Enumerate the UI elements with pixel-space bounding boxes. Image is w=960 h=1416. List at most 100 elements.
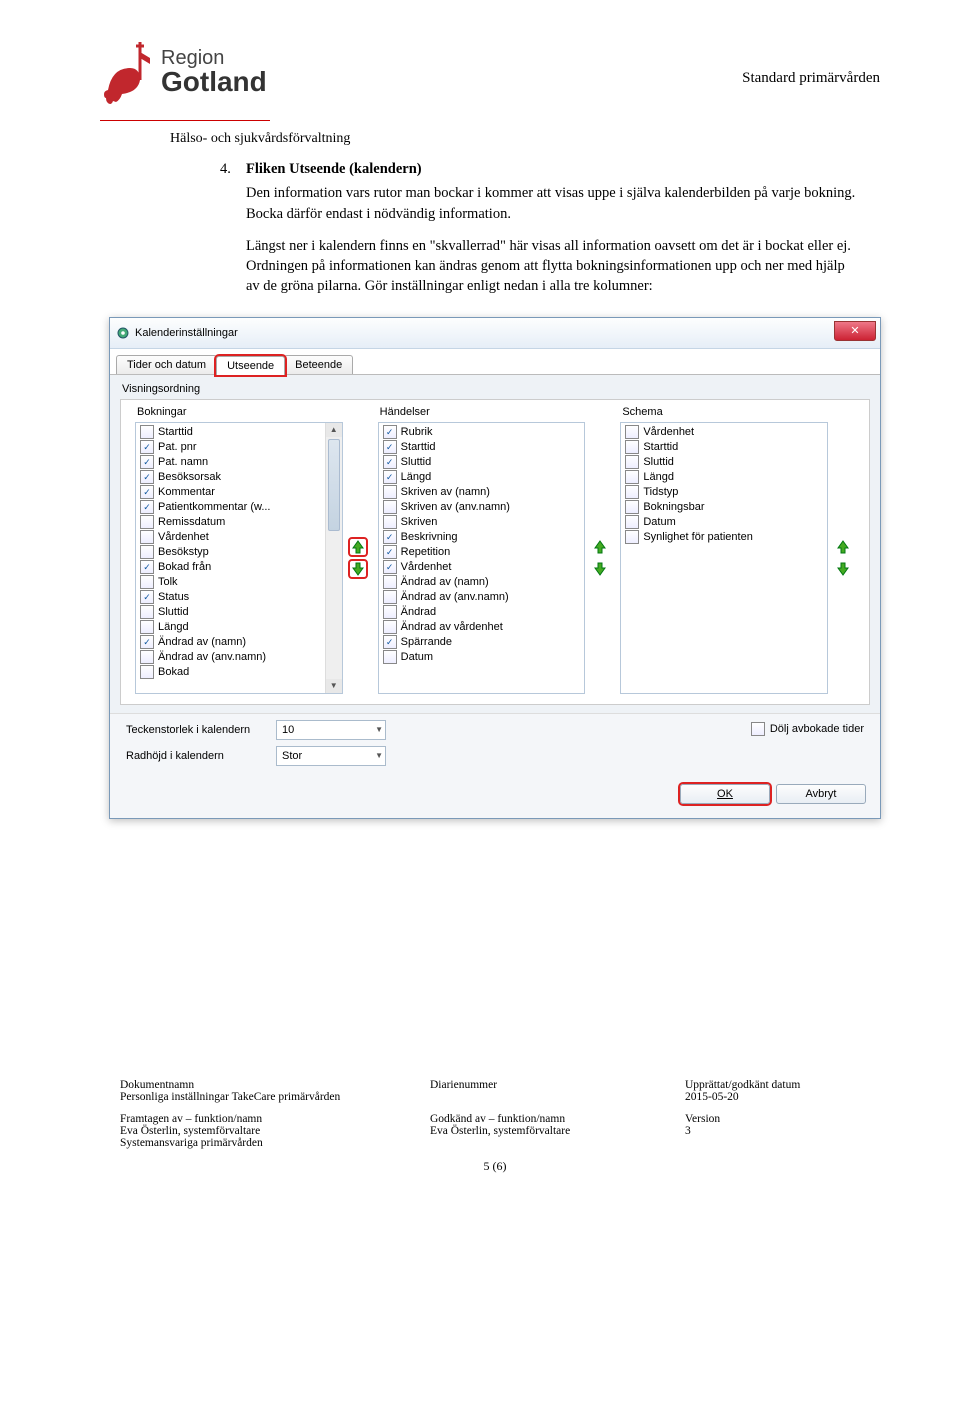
ok-button[interactable]: OK xyxy=(680,784,770,804)
list-item[interactable]: Tidstyp xyxy=(623,485,825,500)
list-item[interactable]: Vårdenhet xyxy=(623,425,825,440)
listbox-schema[interactable]: VårdenhetStarttidSluttidLängdTidstypBokn… xyxy=(620,422,828,694)
list-item[interactable]: Besökstyp xyxy=(138,545,323,560)
checkbox[interactable]: ✓ xyxy=(140,470,154,484)
list-item[interactable]: Skriven xyxy=(381,515,583,530)
checkbox[interactable]: ✓ xyxy=(140,635,154,649)
checkbox[interactable] xyxy=(383,515,397,529)
checkbox[interactable]: ✓ xyxy=(383,560,397,574)
checkbox[interactable]: ✓ xyxy=(140,560,154,574)
tab-tider-och-datum[interactable]: Tider och datum xyxy=(116,355,217,374)
checkbox[interactable]: ✓ xyxy=(140,500,154,514)
move-down-button[interactable] xyxy=(591,560,609,578)
list-item[interactable]: Skriven av (anv.namn) xyxy=(381,500,583,515)
checkbox[interactable]: ✓ xyxy=(383,470,397,484)
scroll-up-icon[interactable]: ▲ xyxy=(326,423,342,437)
checkbox[interactable]: ✓ xyxy=(140,485,154,499)
list-item[interactable]: ✓Spärrande xyxy=(381,635,583,650)
list-item[interactable]: Skriven av (namn) xyxy=(381,485,583,500)
checkbox[interactable] xyxy=(140,545,154,559)
checkbox[interactable]: ✓ xyxy=(383,545,397,559)
list-item[interactable]: Ändrad av (anv.namn) xyxy=(138,650,323,665)
list-item[interactable]: ✓Kommentar xyxy=(138,485,323,500)
checkbox[interactable] xyxy=(383,650,397,664)
move-up-button[interactable] xyxy=(834,538,852,556)
checkbox[interactable] xyxy=(140,605,154,619)
list-item[interactable]: Datum xyxy=(623,515,825,530)
checkbox[interactable] xyxy=(625,470,639,484)
checkbox[interactable] xyxy=(383,605,397,619)
list-item[interactable]: Ändrad av vårdenhet xyxy=(381,620,583,635)
checkbox[interactable] xyxy=(625,485,639,499)
checkbox[interactable] xyxy=(625,515,639,529)
list-item[interactable]: Starttid xyxy=(623,440,825,455)
move-down-button[interactable] xyxy=(834,560,852,578)
checkbox[interactable]: ✓ xyxy=(383,635,397,649)
list-item[interactable]: Ändrad xyxy=(381,605,583,620)
list-item[interactable]: Längd xyxy=(138,620,323,635)
checkbox[interactable] xyxy=(140,530,154,544)
scroll-thumb[interactable] xyxy=(328,439,340,531)
checkbox[interactable] xyxy=(383,590,397,604)
tab-beteende[interactable]: Beteende xyxy=(284,355,353,374)
scroll-down-icon[interactable]: ▼ xyxy=(326,679,342,693)
list-item[interactable]: Sluttid xyxy=(623,455,825,470)
cancel-button[interactable]: Avbryt xyxy=(776,784,866,804)
list-item[interactable]: Vårdenhet xyxy=(138,530,323,545)
list-item[interactable]: Datum xyxy=(381,650,583,665)
checkbox[interactable] xyxy=(383,620,397,634)
font-size-combo[interactable]: 10 ▼ xyxy=(276,720,386,740)
checkbox[interactable]: ✓ xyxy=(140,440,154,454)
move-up-button[interactable] xyxy=(349,538,367,556)
listbox-handelser[interactable]: ✓Rubrik✓Starttid✓Sluttid✓LängdSkriven av… xyxy=(378,422,586,694)
checkbox[interactable]: ✓ xyxy=(383,455,397,469)
list-item[interactable]: ✓Bokad från xyxy=(138,560,323,575)
list-item[interactable]: Längd xyxy=(623,470,825,485)
list-item[interactable]: ✓Starttid xyxy=(381,440,583,455)
list-item[interactable]: Tolk xyxy=(138,575,323,590)
checkbox[interactable] xyxy=(625,425,639,439)
checkbox[interactable] xyxy=(140,650,154,664)
checkbox[interactable]: ✓ xyxy=(383,440,397,454)
list-item[interactable]: ✓Sluttid xyxy=(381,455,583,470)
list-item[interactable]: ✓Besöksorsak xyxy=(138,470,323,485)
checkbox[interactable]: ✓ xyxy=(383,530,397,544)
checkbox[interactable] xyxy=(140,665,154,679)
checkbox[interactable] xyxy=(383,575,397,589)
list-item[interactable]: ✓Patientkommentar (w... xyxy=(138,500,323,515)
checkbox[interactable] xyxy=(140,620,154,634)
list-item[interactable]: Bokad xyxy=(138,665,323,680)
list-item[interactable]: ✓Längd xyxy=(381,470,583,485)
checkbox[interactable]: ✓ xyxy=(383,425,397,439)
list-item[interactable]: ✓Repetition xyxy=(381,545,583,560)
checkbox[interactable] xyxy=(625,530,639,544)
list-item[interactable]: Sluttid xyxy=(138,605,323,620)
checkbox[interactable] xyxy=(625,455,639,469)
move-down-button[interactable] xyxy=(349,560,367,578)
list-item[interactable]: Ändrad av (namn) xyxy=(381,575,583,590)
checkbox[interactable] xyxy=(140,575,154,589)
list-item[interactable]: Bokningsbar xyxy=(623,500,825,515)
checkbox[interactable] xyxy=(625,500,639,514)
list-item[interactable]: Remissdatum xyxy=(138,515,323,530)
checkbox[interactable] xyxy=(383,500,397,514)
checkbox[interactable] xyxy=(625,440,639,454)
checkbox[interactable] xyxy=(383,485,397,499)
tab-utseende[interactable]: Utseende xyxy=(216,356,285,375)
checkbox[interactable] xyxy=(140,515,154,529)
list-item[interactable]: ✓Vårdenhet xyxy=(381,560,583,575)
close-button[interactable]: ✕ xyxy=(834,321,876,341)
list-item[interactable]: Ändrad av (anv.namn) xyxy=(381,590,583,605)
hide-cancelled-checkbox[interactable] xyxy=(751,722,765,736)
row-height-combo[interactable]: Stor ▼ xyxy=(276,746,386,766)
list-item[interactable]: ✓Rubrik xyxy=(381,425,583,440)
listbox-bokningar[interactable]: Starttid✓Pat. pnr✓Pat. namn✓Besöksorsak✓… xyxy=(135,422,343,694)
checkbox[interactable] xyxy=(140,425,154,439)
list-item[interactable]: ✓Ändrad av (namn) xyxy=(138,635,323,650)
list-item[interactable]: ✓Pat. pnr xyxy=(138,440,323,455)
list-item[interactable]: ✓Pat. namn xyxy=(138,455,323,470)
list-item[interactable]: ✓Beskrivning xyxy=(381,530,583,545)
list-item[interactable]: Synlighet för patienten xyxy=(623,530,825,545)
checkbox[interactable]: ✓ xyxy=(140,455,154,469)
scrollbar[interactable]: ▲ ▼ xyxy=(325,423,342,693)
